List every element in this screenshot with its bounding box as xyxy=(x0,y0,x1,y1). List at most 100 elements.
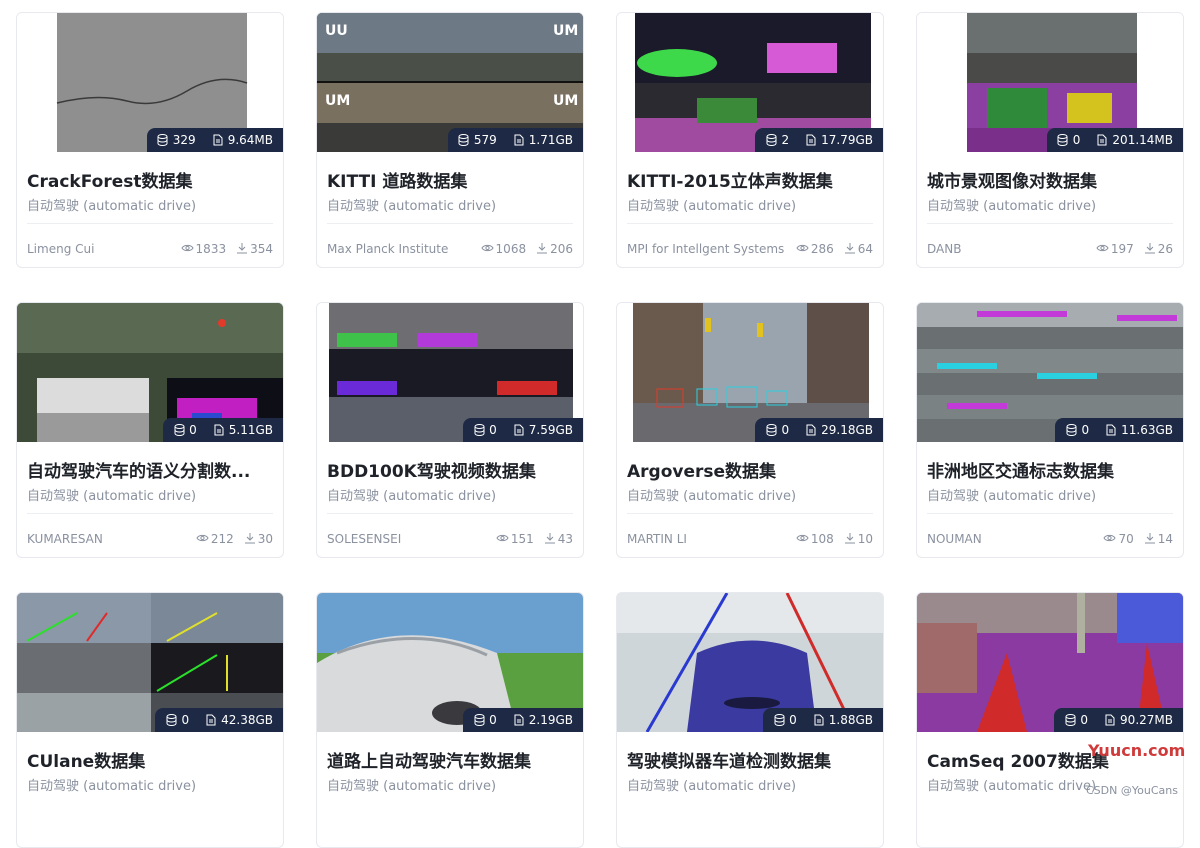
dataset-card[interactable]: 0 1.88GB 驾驶模拟器车道检测数据集 自动驾驶 (automatic dr… xyxy=(616,592,884,848)
download-count: 354 xyxy=(250,242,273,256)
download-icon xyxy=(844,532,856,547)
dataset-author[interactable]: Max Planck Institute xyxy=(327,242,471,256)
eye-icon xyxy=(496,532,509,546)
dataset-card[interactable]: 0 42.38GB CUlane数据集 自动驾驶 (automatic driv… xyxy=(16,592,284,848)
view-count: 151 xyxy=(510,532,534,546)
download-icon xyxy=(844,242,856,257)
download-icon xyxy=(544,532,556,547)
card-divider xyxy=(927,513,1173,514)
dataset-title[interactable]: Argoverse数据集 xyxy=(627,457,873,482)
views-stat: 1068 xyxy=(480,242,526,256)
dataset-title[interactable]: 非洲地区交通标志数据集 xyxy=(927,457,1173,482)
dataset-thumbnail[interactable]: 0 5.11GB xyxy=(17,303,283,442)
dataset-card[interactable]: UU UM UM UM 579 1.71GB KITTI 道路数据集 自动驾驶 … xyxy=(316,12,584,268)
file-count: 0 xyxy=(1072,133,1081,147)
dataset-card[interactable]: 0 201.14MB 城市景观图像对数据集 自动驾驶 (automatic dr… xyxy=(916,12,1184,268)
thumb-label: UU xyxy=(325,23,348,39)
view-count: 1833 xyxy=(195,242,227,256)
file-icon xyxy=(513,714,525,726)
dataset-author[interactable]: MARTIN LI xyxy=(627,532,786,546)
download-icon xyxy=(244,532,256,547)
file-count: 2 xyxy=(781,133,790,147)
thumbnail-stats-overlay: 0 201.14MB xyxy=(1046,128,1183,152)
database-icon xyxy=(1065,424,1077,436)
eye-icon xyxy=(1103,532,1117,546)
dataset-thumbnail[interactable]: 0 90.27MB xyxy=(917,593,1183,732)
dataset-title[interactable]: 道路上自动驾驶汽车数据集 xyxy=(327,747,573,772)
thumbnail-stats-overlay: 329 9.64MB xyxy=(146,128,283,152)
view-count: 286 xyxy=(810,242,834,256)
dataset-thumbnail[interactable]: 0 7.59GB xyxy=(317,303,583,442)
dataset-size: 2.19GB xyxy=(528,713,573,727)
downloads-stat: 43 xyxy=(544,532,573,547)
thumbnail-stats-overlay: 0 29.18GB xyxy=(755,418,883,442)
thumbnail-stats-overlay: 0 11.63GB xyxy=(1055,418,1183,442)
dataset-title[interactable]: 驾驶模拟器车道检测数据集 xyxy=(627,747,873,772)
file-icon xyxy=(513,424,525,436)
eye-icon xyxy=(480,242,494,256)
dataset-size: 42.38GB xyxy=(221,713,273,727)
card-divider xyxy=(627,513,873,514)
dataset-card[interactable]: 2 17.79GB KITTI-2015立体声数据集 自动驾驶 (automat… xyxy=(616,12,884,268)
dataset-thumbnail[interactable]: 0 42.38GB xyxy=(17,593,283,732)
dataset-title[interactable]: 自动驾驶汽车的语义分割数... xyxy=(27,457,273,482)
thumbnail-stats-overlay: 0 5.11GB xyxy=(163,418,283,442)
dataset-card[interactable]: 0 7.59GB BDD100K驾驶视频数据集 自动驾驶 (automatic … xyxy=(316,302,584,558)
file-icon xyxy=(813,714,825,726)
dataset-title[interactable]: BDD100K驾驶视频数据集 xyxy=(327,457,573,482)
card-divider xyxy=(27,513,273,514)
dataset-author[interactable]: SOLESENSEI xyxy=(327,532,486,546)
database-icon xyxy=(1064,714,1076,726)
view-count: 108 xyxy=(810,532,834,546)
dataset-category: 自动驾驶 (automatic drive) xyxy=(27,199,197,214)
dataset-thumbnail[interactable]: 0 29.18GB xyxy=(617,303,883,442)
dataset-thumbnail[interactable]: UU UM UM UM 579 1.71GB xyxy=(317,13,583,152)
dataset-card[interactable]: 0 11.63GB 非洲地区交通标志数据集 自动驾驶 (automatic dr… xyxy=(916,302,1184,558)
download-count: 206 xyxy=(550,242,573,256)
dataset-size: 1.88GB xyxy=(828,713,873,727)
download-icon xyxy=(1144,242,1156,257)
card-footer: DANB 197 26 xyxy=(927,241,1173,257)
dataset-category: 自动驾驶 (automatic drive) xyxy=(927,779,1097,794)
card-divider xyxy=(327,223,573,224)
dataset-thumbnail[interactable]: 0 201.14MB xyxy=(917,13,1183,152)
dataset-author[interactable]: NOUMAN xyxy=(927,532,1093,546)
dataset-thumbnail[interactable]: 0 2.19GB xyxy=(317,593,583,732)
dataset-card[interactable]: 0 90.27MB CamSeq 2007数据集 自动驾驶 (automatic… xyxy=(916,592,1184,848)
dataset-card[interactable]: 0 29.18GB Argoverse数据集 自动驾驶 (automatic d… xyxy=(616,302,884,558)
dataset-card[interactable]: 329 9.64MB CrackForest数据集 自动驾驶 (automati… xyxy=(16,12,284,268)
dataset-title[interactable]: KITTI-2015立体声数据集 xyxy=(627,167,873,192)
dataset-category: 自动驾驶 (automatic drive) xyxy=(327,489,497,504)
dataset-size: 90.27MB xyxy=(1120,713,1173,727)
dataset-title[interactable]: 城市景观图像对数据集 xyxy=(927,167,1173,192)
downloads-stat: 354 xyxy=(236,242,273,257)
dataset-title[interactable]: CUlane数据集 xyxy=(27,747,273,772)
dataset-author[interactable]: KUMARESAN xyxy=(27,532,186,546)
thumb-label: UM xyxy=(553,23,578,39)
views-stat: 212 xyxy=(196,532,234,546)
dataset-size: 1.71GB xyxy=(528,133,573,147)
downloads-stat: 10 xyxy=(844,532,873,547)
dataset-thumbnail[interactable]: 2 17.79GB xyxy=(617,13,883,152)
dataset-thumbnail[interactable]: 0 11.63GB xyxy=(917,303,1183,442)
dataset-title[interactable]: CrackForest数据集 xyxy=(27,167,273,192)
download-icon xyxy=(1144,532,1156,547)
dataset-thumbnail[interactable]: 0 1.88GB xyxy=(617,593,883,732)
view-count: 70 xyxy=(1118,532,1134,546)
downloads-stat: 30 xyxy=(244,532,273,547)
dataset-author[interactable]: DANB xyxy=(927,242,1086,256)
dataset-size: 9.64MB xyxy=(227,133,273,147)
dataset-category: 自动驾驶 (automatic drive) xyxy=(27,779,197,794)
dataset-thumbnail[interactable]: 329 9.64MB xyxy=(17,13,283,152)
dataset-author[interactable]: Limeng Cui xyxy=(27,242,171,256)
card-divider xyxy=(927,223,1173,224)
dataset-card[interactable]: 0 5.11GB 自动驾驶汽车的语义分割数... 自动驾驶 (automatic… xyxy=(16,302,284,558)
dataset-author[interactable]: MPI for Intellgent Systems xyxy=(627,242,786,256)
dataset-size: 11.63GB xyxy=(1121,423,1173,437)
eye-icon xyxy=(196,532,209,546)
dataset-card[interactable]: 0 2.19GB 道路上自动驾驶汽车数据集 自动驾驶 (automatic dr… xyxy=(316,592,584,848)
dataset-category: 自动驾驶 (automatic drive) xyxy=(327,779,497,794)
database-icon xyxy=(765,424,777,436)
file-count: 0 xyxy=(181,713,190,727)
dataset-title[interactable]: KITTI 道路数据集 xyxy=(327,167,573,192)
